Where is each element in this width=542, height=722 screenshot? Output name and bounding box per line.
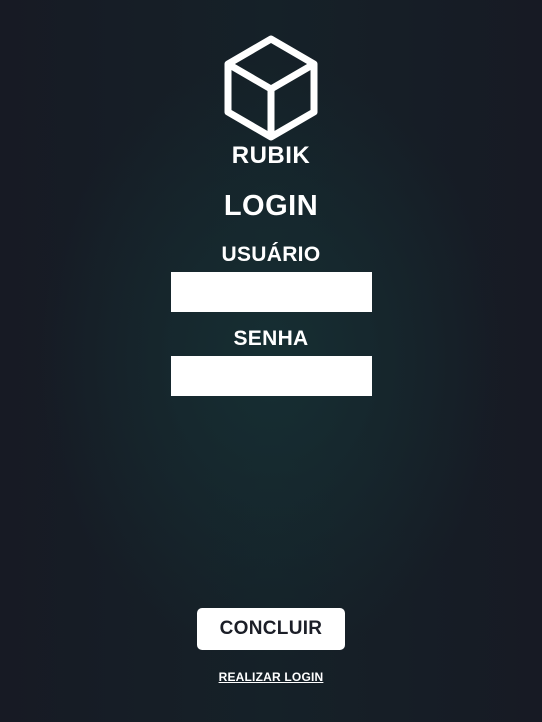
realizar-login-link[interactable]: REALIZAR LOGIN xyxy=(219,670,324,684)
submit-button[interactable]: CONCLUIR xyxy=(197,608,345,650)
password-input[interactable] xyxy=(171,356,372,396)
username-input[interactable] xyxy=(171,272,372,312)
login-link-wrapper: REALIZAR LOGIN xyxy=(0,668,542,686)
cube-icon xyxy=(224,35,318,141)
page-title: LOGIN xyxy=(223,190,319,222)
username-label: USUÁRIO xyxy=(221,243,321,266)
brand-name: RUBIK xyxy=(231,142,311,169)
password-label: SENHA xyxy=(233,327,309,350)
login-screen: RUBIK LOGIN USUÁRIO SENHA CONCLUIR REALI… xyxy=(0,0,542,722)
